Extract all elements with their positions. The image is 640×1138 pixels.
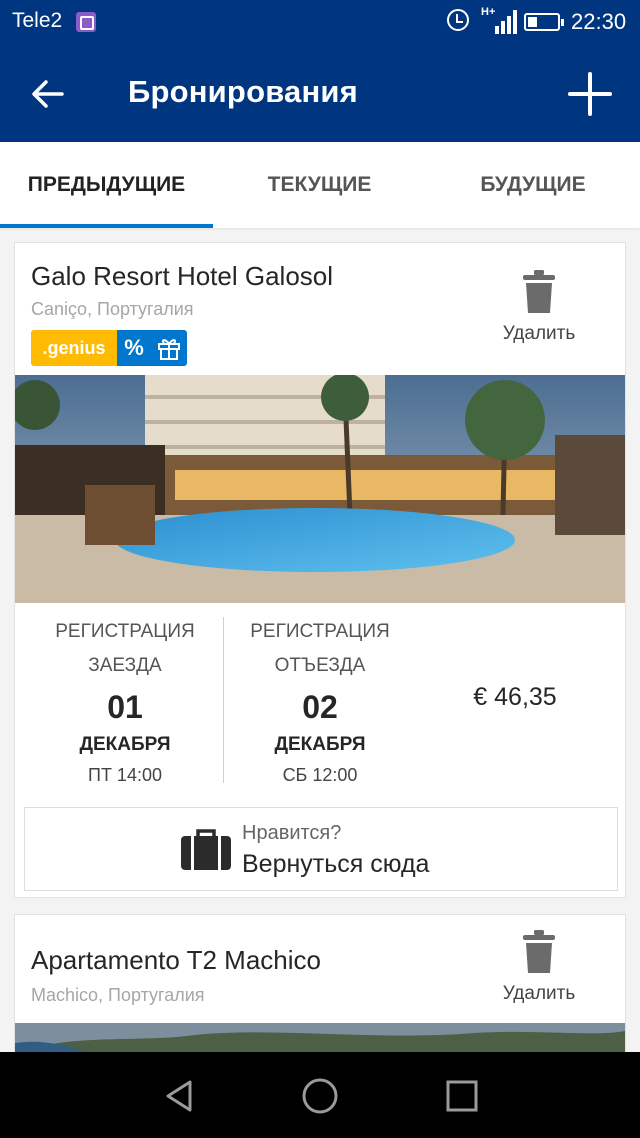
checkin-time: ПТ 14:00 [88, 765, 162, 785]
triangle-back-icon [166, 1080, 192, 1112]
hotel-photo[interactable] [15, 375, 625, 603]
delete-button[interactable]: Удалить [487, 269, 591, 349]
checkout-time: СБ 12:00 [282, 765, 358, 785]
checkout-month: ДЕКАБРЯ [274, 734, 366, 755]
rebook-question: Нравится? [242, 822, 342, 844]
hotel-location: Caniço, Португалия [31, 299, 194, 319]
booking-card[interactable]: Galo Resort Hotel Galosol Caniço, Португ… [14, 242, 626, 898]
add-booking-button[interactable] [564, 68, 616, 120]
clock: 22:30 [571, 9, 627, 34]
tab-current[interactable]: ТЕКУЩИЕ [213, 142, 426, 228]
carrier-name: Tele2 [12, 9, 63, 32]
status-bar: Tele2 H+ 22:30 [0, 0, 640, 44]
discount-badge: % [117, 330, 151, 366]
page-title: Бронирования [128, 74, 358, 109]
rebook-button[interactable]: Нравится? Вернуться сюда [24, 807, 618, 891]
trash-icon [523, 270, 555, 313]
hotel-name[interactable]: Apartamento T2 Machico [31, 945, 321, 976]
checkin-label-sub: ЗАЕЗДА [88, 655, 162, 676]
system-nav-bar [0, 1052, 640, 1138]
nav-recents-button[interactable] [440, 1074, 484, 1118]
checkin-day: 01 [107, 689, 143, 725]
hotel-location: Machico, Португалия [31, 985, 205, 1005]
network-type: H+ [481, 6, 496, 18]
delete-label: Удалить [502, 323, 576, 344]
back-button[interactable] [22, 68, 74, 120]
nav-home-button[interactable] [298, 1074, 342, 1118]
app-bar: Бронирования [0, 44, 640, 142]
checkin-block: РЕГИСТРАЦИЯ ЗАЕЗДА 01 ДЕКАБРЯ ПТ 14:00 [25, 615, 225, 789]
checkin-label: РЕГИСТРАЦИЯ [55, 621, 195, 642]
trash-icon [523, 930, 555, 973]
genius-badges: .genius % [31, 330, 187, 366]
genius-badge: .genius [31, 330, 117, 366]
delete-button[interactable]: Удалить [487, 929, 591, 1009]
alarm-icon [447, 9, 469, 31]
booking-dates: РЕГИСТРАЦИЯ ЗАЕЗДА 01 ДЕКАБРЯ ПТ 14:00 Р… [15, 615, 625, 787]
checkout-block: РЕГИСТРАЦИЯ ОТЪЕЗДА 02 ДЕКАБРЯ СБ 12:00 [220, 615, 420, 789]
booking-tabs: ПРЕДЫДУЩИЕ ТЕКУЩИЕ БУДУЩИЕ [0, 142, 640, 228]
battery-icon [524, 13, 564, 31]
suitcase-icon [181, 829, 231, 870]
delete-label: Удалить [502, 983, 576, 1004]
checkout-label-sub: ОТЪЕЗДА [274, 655, 366, 676]
checkin-month: ДЕКАБРЯ [79, 734, 171, 755]
booking-price: € 46,35 [473, 683, 557, 711]
signal-icon: H+ [481, 6, 517, 36]
circle-home-icon [302, 1078, 338, 1114]
hotel-name[interactable]: Galo Resort Hotel Galosol [31, 261, 333, 292]
arrow-left-icon [32, 80, 64, 108]
plus-icon [568, 72, 612, 116]
square-recents-icon [446, 1080, 478, 1112]
rebook-action: Вернуться сюда [242, 850, 430, 878]
checkout-day: 02 [302, 689, 338, 725]
tab-future[interactable]: БУДУЩИЕ [426, 142, 640, 228]
nav-back-button[interactable] [158, 1074, 202, 1118]
tab-previous[interactable]: ПРЕДЫДУЩИЕ [0, 142, 213, 228]
active-tab-indicator [0, 224, 213, 228]
gift-icon [151, 330, 187, 366]
gallery-notification-icon [76, 12, 96, 32]
checkout-label: РЕГИСТРАЦИЯ [250, 621, 390, 642]
